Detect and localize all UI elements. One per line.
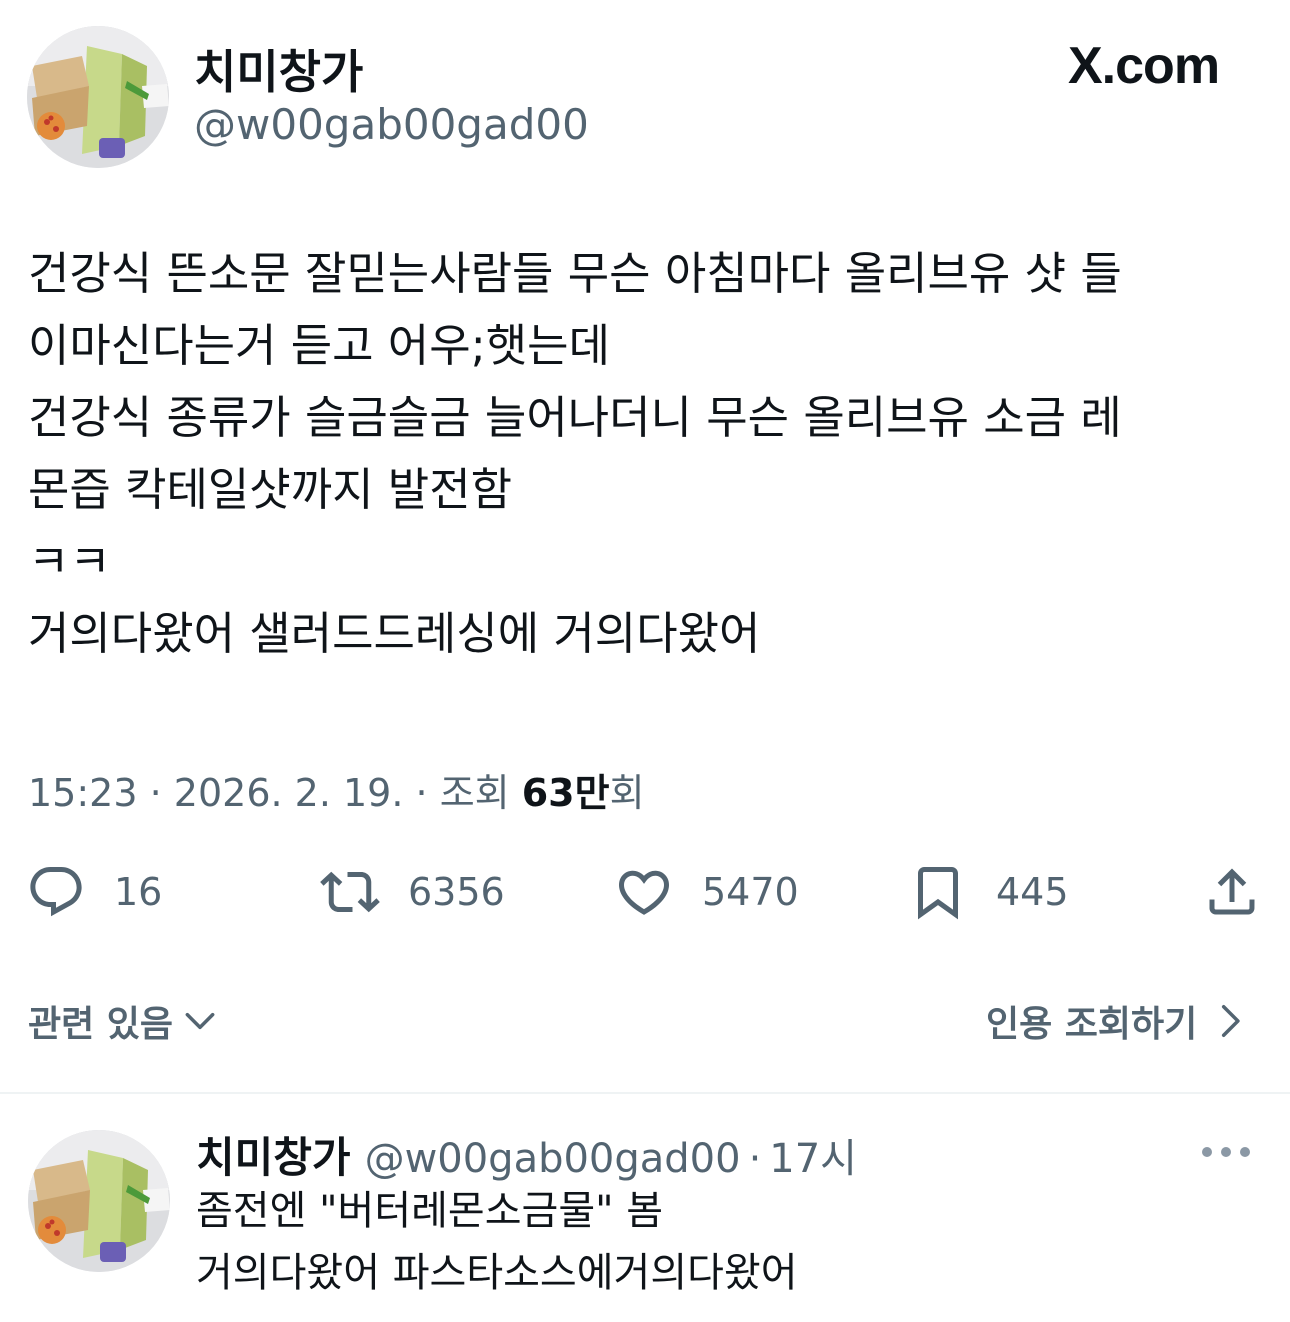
tweet-line: 건강식 뜬소문 잘믿는사람들 무슨 아침마다 올리브유 샷 들 (28, 247, 1122, 300)
tweet-line: 이마신다는거 듣고 어우;햇는데 (28, 319, 610, 372)
chevron-right-icon (1222, 1005, 1240, 1037)
retweet-button[interactable]: 6356 (320, 860, 505, 924)
dot (1202, 1147, 1212, 1157)
reply-separator: · (748, 1136, 762, 1182)
meta-separator: · (415, 771, 428, 815)
reply-line: 좀전엔 "버터레몬소금물" 봄 (196, 1188, 664, 1234)
meta-separator: · (149, 771, 162, 815)
tweet-line: 거의다왔어 샐러드드레싱에 거의다왔어 (28, 607, 761, 660)
section-divider (0, 1092, 1290, 1094)
reply-display-name[interactable]: 치미창가 (196, 1124, 351, 1185)
related-label: 관련 있음 (28, 1004, 174, 1045)
tweet-date[interactable]: 2026. 2. 19. (174, 771, 404, 815)
reply-time[interactable]: 17시 (769, 1126, 857, 1184)
dot (1240, 1147, 1250, 1157)
reply-button[interactable]: 16 (26, 860, 162, 924)
bookmark-button[interactable]: 445 (908, 860, 1069, 924)
tweet-line: 건강식 종류가 슬금슬금 늘어나더니 무슨 올리브유 소금 레 (28, 391, 1122, 444)
views-suffix: 회 (609, 771, 645, 815)
reply-author-avatar[interactable] (28, 1130, 170, 1272)
heart-icon (618, 870, 670, 915)
tweet-line: ㅋㅋ (28, 535, 111, 588)
view-quotes-link[interactable]: 인용 조회하기 (986, 995, 1249, 1047)
share-icon (1209, 868, 1255, 915)
avatar-image (27, 26, 169, 168)
view-quotes-label: 인용 조회하기 (986, 1004, 1198, 1045)
tweet-text: 건강식 뜬소문 잘믿는사람들 무슨 아침마다 올리브유 샷 들 이마신다는거 듣… (28, 238, 1268, 670)
reply-header: 치미창가 @w00gab00gad00 · 17시 (196, 1124, 857, 1185)
retweet-count: 6356 (408, 870, 505, 914)
author-avatar[interactable] (27, 26, 169, 168)
views-prefix: 조회 (439, 771, 510, 815)
reply-text: 좀전엔 "버터레몬소금물" 봄 거의다왔어 파스타소스에거의다왔어 (196, 1180, 798, 1304)
like-button[interactable]: 5470 (614, 860, 799, 924)
bookmark-count: 445 (996, 870, 1069, 914)
more-dots-icon[interactable] (1202, 1132, 1250, 1172)
tweet-time[interactable]: 15:23 (28, 771, 138, 815)
share-button[interactable] (1202, 860, 1290, 924)
reply-count: 16 (114, 870, 163, 914)
speech-bubble-icon (30, 867, 82, 917)
retweet-icon (320, 871, 380, 913)
bookmark-icon (918, 867, 958, 920)
author-display-name[interactable]: 치미창가 (194, 36, 363, 102)
dot (1221, 1147, 1231, 1157)
related-toggle[interactable]: 관련 있음 (28, 995, 219, 1047)
views-count: 63만 (521, 771, 610, 815)
reply-handle[interactable]: @w00gab00gad00 (365, 1136, 741, 1182)
author-handle[interactable]: @w00gab00gad00 (194, 100, 589, 149)
reply-line: 거의다왔어 파스타소스에거의다왔어 (196, 1250, 798, 1296)
tweet-meta: 15:23 · 2026. 2. 19. · 조회 63만회 (28, 762, 645, 817)
x-com-logo: X.com (1068, 37, 1220, 95)
chevron-down-icon (185, 1012, 215, 1030)
like-count: 5470 (702, 870, 799, 914)
tweet-line: 몬즙 칵테일샷까지 발전함 (28, 463, 513, 516)
avatar-image (28, 1130, 170, 1272)
